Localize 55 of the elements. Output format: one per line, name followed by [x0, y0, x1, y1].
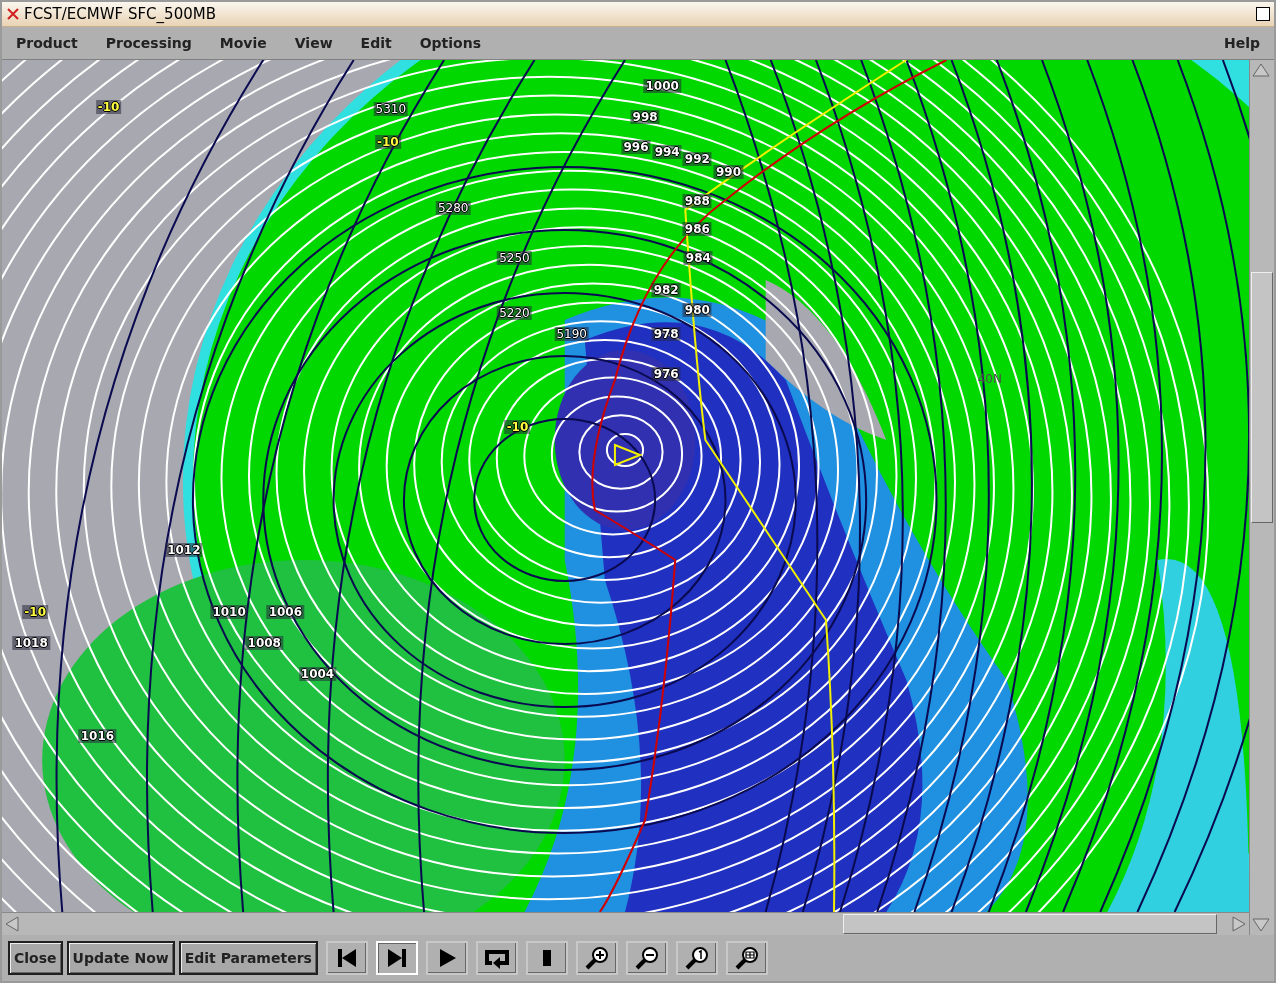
horizontal-scrollbar[interactable]	[2, 912, 1249, 935]
contour-label: 1004	[298, 667, 337, 681]
contour-label: 976	[651, 367, 681, 381]
scroll-thumb[interactable]	[842, 914, 1217, 934]
menu-item[interactable]: Options	[419, 35, 482, 51]
contour-label: 992	[682, 152, 712, 166]
contour-label: 1018	[12, 636, 50, 650]
contour-label: -10	[95, 100, 122, 114]
menu-item[interactable]: Edit	[360, 35, 392, 51]
contour-label: 1006	[266, 605, 305, 619]
playback-button[interactable]	[575, 941, 618, 975]
contour-label: 978	[651, 327, 681, 341]
contour-label: -10	[504, 420, 531, 434]
contour-label: 5190	[554, 327, 589, 341]
contour-label: 5310	[373, 102, 409, 116]
contour-label: -10	[22, 605, 48, 619]
contour-label: 988	[682, 194, 712, 208]
help-menu[interactable]: Help	[1223, 35, 1260, 51]
contour-label: 998	[630, 110, 660, 124]
playback-button[interactable]	[675, 941, 718, 975]
contour-label: 5250	[497, 251, 532, 265]
playback-button[interactable]	[425, 941, 468, 975]
menu-item[interactable]: Processing	[105, 35, 192, 51]
playback-button[interactable]	[625, 941, 668, 975]
x-logo-icon	[6, 7, 20, 21]
contour-label: 990	[713, 165, 743, 179]
contour-label: 5220	[497, 306, 532, 320]
window-title: FCST/ECMWF SFC_500MB	[24, 5, 217, 23]
contour-label: 1000	[643, 79, 681, 93]
contour-label: 5280	[435, 201, 471, 215]
contour-label: 1016	[78, 729, 117, 743]
contour-label: 1010	[210, 605, 248, 619]
toolbar-button[interactable]: Edit Parameters	[178, 941, 318, 975]
playback-button[interactable]	[325, 941, 368, 975]
toolbar-button[interactable]: Close	[8, 941, 63, 975]
contour-label: 984	[683, 251, 713, 265]
stop-icon	[542, 950, 551, 966]
playback-button[interactable]	[725, 941, 768, 975]
contour-label: 982	[651, 283, 681, 297]
scroll-thumb[interactable]	[1251, 272, 1273, 523]
contour-label: 994	[652, 145, 682, 159]
contour-label: 1008	[245, 636, 283, 650]
menu-item[interactable]: Movie	[219, 35, 267, 51]
contour-label: 996	[621, 140, 651, 154]
toolbar-button[interactable]: Update Now	[66, 941, 175, 975]
contour-label: 986	[682, 222, 712, 236]
menu-item[interactable]: View	[294, 35, 333, 51]
contour-label: -10	[375, 135, 401, 149]
playback-button[interactable]	[475, 941, 518, 975]
menu-item[interactable]: Product	[16, 35, 78, 51]
vertical-scrollbar[interactable]	[1249, 60, 1274, 935]
contour-label: 1012	[165, 543, 203, 557]
playback-button[interactable]	[525, 941, 568, 975]
maximize-button[interactable]	[1256, 7, 1270, 21]
contour-label: 980	[682, 303, 712, 317]
